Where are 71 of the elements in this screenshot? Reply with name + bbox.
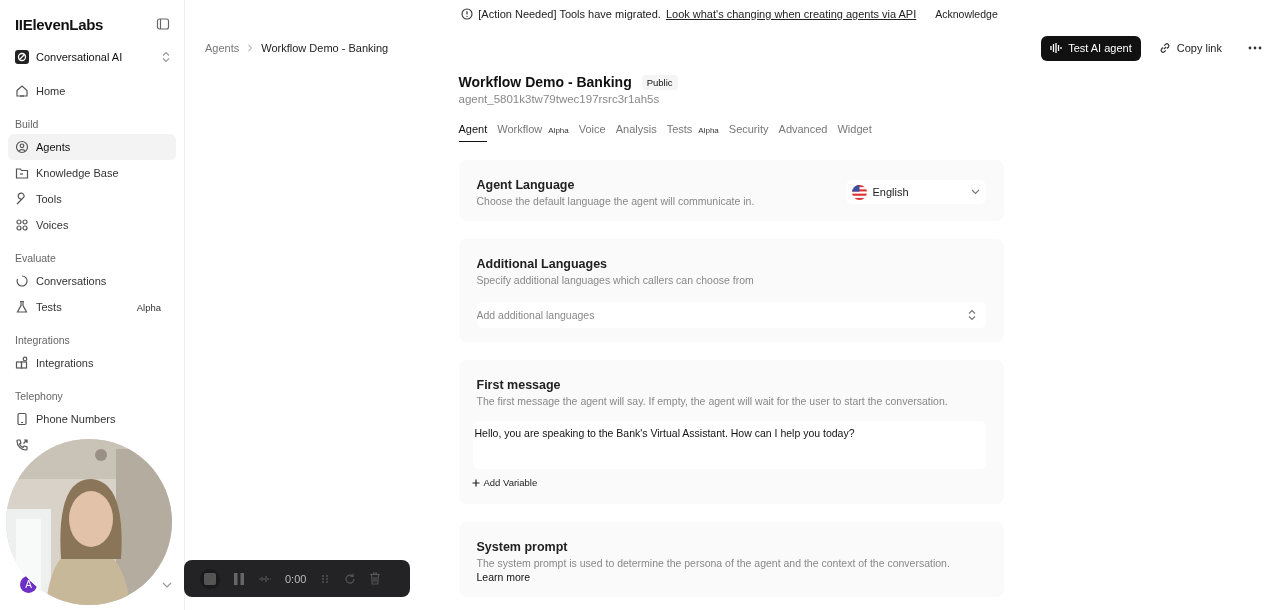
info-icon (461, 8, 474, 20)
first-message-field[interactable]: Hello, you are speaking to the Bank's Virtual Assistant. How can I help you today? (472, 421, 986, 469)
card-description: The first message the agent will say. If empty, the agent will wait for the user to start the conversation. (476, 395, 949, 407)
sidebar-item[interactable]: Voices (8, 212, 176, 238)
phone-icon (15, 412, 29, 426)
sidebar-item[interactable]: Agents (8, 134, 176, 160)
sidebar-item[interactable]: Tests Alpha (8, 294, 176, 320)
learn-more-link[interactable]: Learn more (476, 571, 531, 583)
tab[interactable]: Security (728, 123, 769, 142)
test-agent-button[interactable]: Test AI agent (1041, 35, 1141, 61)
section-heading: Integrations (14, 333, 71, 348)
home-icon (15, 84, 29, 98)
section-heading: Build (14, 117, 40, 132)
sidebar-item[interactable]: Knowledge Base (8, 160, 176, 186)
tab[interactable]: Tests Alpha (666, 123, 719, 142)
blocks-icon (15, 356, 29, 370)
card-title: System prompt (476, 540, 569, 554)
circles-grid-icon (15, 218, 29, 232)
refresh-icon (15, 274, 29, 288)
language-select[interactable]: English (845, 180, 986, 204)
sidebar-item[interactable]: Home (8, 78, 176, 104)
pause-icon[interactable] (233, 571, 245, 586)
card-description: Choose the default language the agent will communicate in. (476, 195, 756, 207)
tab[interactable]: Agent (458, 123, 488, 142)
tab[interactable]: Analysis (615, 123, 657, 142)
flask-icon (15, 300, 29, 314)
languages-field[interactable]: Add additional languages (476, 302, 986, 328)
sidebar-item[interactable]: Tools (8, 186, 176, 212)
add-variable-button[interactable]: Add Variable (469, 475, 540, 490)
card-title: First message (476, 378, 562, 392)
link-icon (1158, 42, 1171, 54)
agent-id: agent_5801k3tw79twec197rsrc3r1ah5s (458, 93, 661, 105)
stop-button[interactable] (200, 568, 220, 589)
chevron-right-icon (247, 44, 254, 52)
flag-icon (851, 184, 867, 200)
breadcrumb-link[interactable]: Agents (205, 42, 240, 54)
workspace-logo-icon (15, 50, 29, 64)
logo: IIElevenLabs (15, 15, 104, 33)
section-heading: Telephony (14, 389, 64, 404)
card-description: The system prompt is used to determine the persona of the agent and the context of the conversation. (476, 557, 951, 569)
sidebar-toggle-icon[interactable] (156, 17, 170, 31)
sidebar-item[interactable]: Phone Numbers (8, 406, 176, 432)
card-title: Agent Language (476, 178, 576, 192)
phone-call-icon[interactable] (15, 438, 29, 452)
agent-name: Workflow Demo - Banking (458, 74, 632, 90)
sidebar-item[interactable]: Integrations (8, 350, 176, 376)
card-title: Additional Languages (476, 257, 609, 271)
recording-time: 0:00 (285, 572, 307, 585)
chevron-down-icon (970, 189, 980, 195)
waveform-icon (258, 574, 272, 583)
up-down-chevron-icon (162, 51, 170, 63)
tab[interactable]: Workflow Alpha (497, 123, 569, 142)
restart-icon[interactable] (344, 572, 357, 585)
more-icon[interactable] (1248, 46, 1262, 50)
tab[interactable]: Widget (837, 123, 872, 142)
visibility-badge: Public (641, 74, 678, 90)
plus-icon (471, 478, 480, 487)
tab[interactable]: Voice (578, 123, 606, 142)
tab[interactable]: Advanced (778, 123, 828, 142)
section-heading: Evaluate (14, 251, 57, 266)
trash-icon[interactable] (369, 572, 382, 585)
card-description: Specify additional languages which callers can choose from (476, 274, 755, 286)
user-circle-icon (15, 140, 29, 154)
banner-message: [Action Needed] Tools have migrated. (478, 8, 661, 20)
sidebar-item[interactable]: Conversations (8, 268, 176, 294)
breadcrumb-current: Workflow Demo - Banking (261, 42, 389, 54)
chevron-down-icon[interactable] (162, 581, 172, 588)
up-down-chevron-icon (967, 309, 976, 321)
folder-icon (15, 166, 29, 180)
waveform-icon (1050, 42, 1063, 54)
banner-link[interactable]: Look what's changing when creating agents via API (665, 8, 917, 20)
